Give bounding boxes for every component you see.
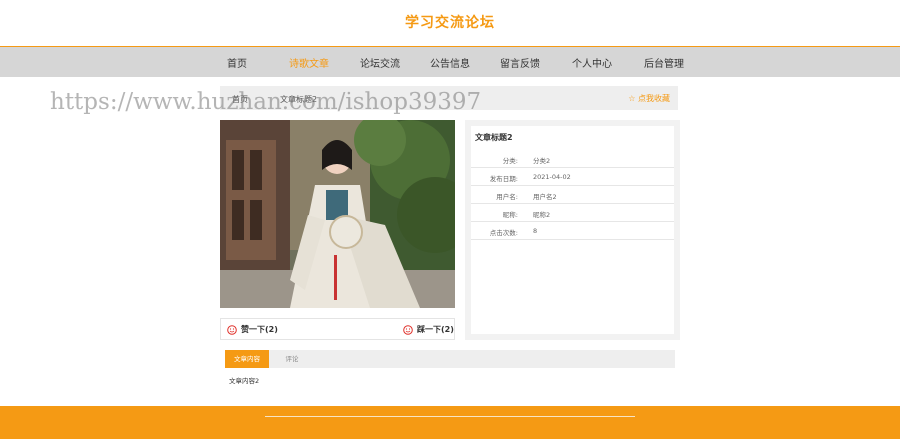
breadcrumb-home[interactable]: 首页 <box>232 94 248 105</box>
like-button[interactable]: 赞一下(2) <box>227 324 278 335</box>
nav-item-home[interactable]: 首页 <box>227 55 247 70</box>
article-title: 文章标题2 <box>475 133 513 142</box>
dislike-label: 踩一下(2) <box>417 325 454 334</box>
info-label: 昵称: <box>502 211 518 219</box>
nav-item-feedback[interactable]: 留言反馈 <box>500 55 540 70</box>
nav-item-forum[interactable]: 论坛交流 <box>360 55 400 70</box>
tab-comments[interactable]: 评论 <box>275 350 309 368</box>
main-nav: 首页 诗歌文章 论坛交流 公告信息 留言反馈 个人中心 后台管理 <box>0 46 900 77</box>
smile-icon <box>403 324 413 335</box>
tab-article-content[interactable]: 文章内容 <box>225 350 269 368</box>
info-label: 发布日期: <box>489 175 518 183</box>
info-row-category: 分类: 分类2 <box>471 150 674 168</box>
site-footer <box>0 406 900 439</box>
like-label: 赞一下(2) <box>241 325 278 334</box>
info-row-username: 用户名: 用户名2 <box>471 186 674 204</box>
nav-item-poetry-articles[interactable]: 诗歌文章 <box>289 55 329 70</box>
article-photo-illustration <box>220 120 455 308</box>
article-info-card: 文章标题2 分类: 分类2 发布日期: 2021-04-02 用户名: 用户名2… <box>471 126 674 334</box>
content-tabs: 文章内容 评论 <box>225 350 675 368</box>
site-header: 学习交流论坛 <box>0 0 900 46</box>
info-value: 8 <box>533 227 538 235</box>
info-value: 昵称2 <box>533 211 551 219</box>
info-value: 分类2 <box>533 157 551 165</box>
article-info-panel: 文章标题2 分类: 分类2 发布日期: 2021-04-02 用户名: 用户名2… <box>465 120 680 340</box>
info-row-click-count: 点击次数: 8 <box>471 222 674 240</box>
info-row-nickname: 昵称: 昵称2 <box>471 204 674 222</box>
dislike-button[interactable]: 踩一下(2) <box>403 324 454 335</box>
info-value: 2021-04-02 <box>533 173 571 181</box>
info-label: 用户名: <box>496 193 518 201</box>
info-label: 分类: <box>502 157 518 165</box>
nav-item-personal-center[interactable]: 个人中心 <box>572 55 612 70</box>
info-row-publish-date: 发布日期: 2021-04-02 <box>471 168 674 186</box>
collect-button[interactable]: ☆ 点我收藏 <box>628 93 670 104</box>
info-value: 用户名2 <box>533 193 557 201</box>
site-title: 学习交流论坛 <box>405 15 495 31</box>
smile-icon <box>227 324 237 335</box>
footer-divider <box>265 416 635 417</box>
article-content: 文章内容2 <box>229 377 260 385</box>
breadcrumb: 首页 文章标题2 ☆ 点我收藏 <box>220 86 678 110</box>
breadcrumb-current: 文章标题2 <box>280 95 318 104</box>
vote-bar: 赞一下(2) 踩一下(2) <box>220 318 455 340</box>
nav-item-announcements[interactable]: 公告信息 <box>430 55 470 70</box>
info-label: 点击次数: <box>489 229 518 237</box>
nav-item-admin[interactable]: 后台管理 <box>644 55 684 70</box>
article-image <box>220 120 455 308</box>
